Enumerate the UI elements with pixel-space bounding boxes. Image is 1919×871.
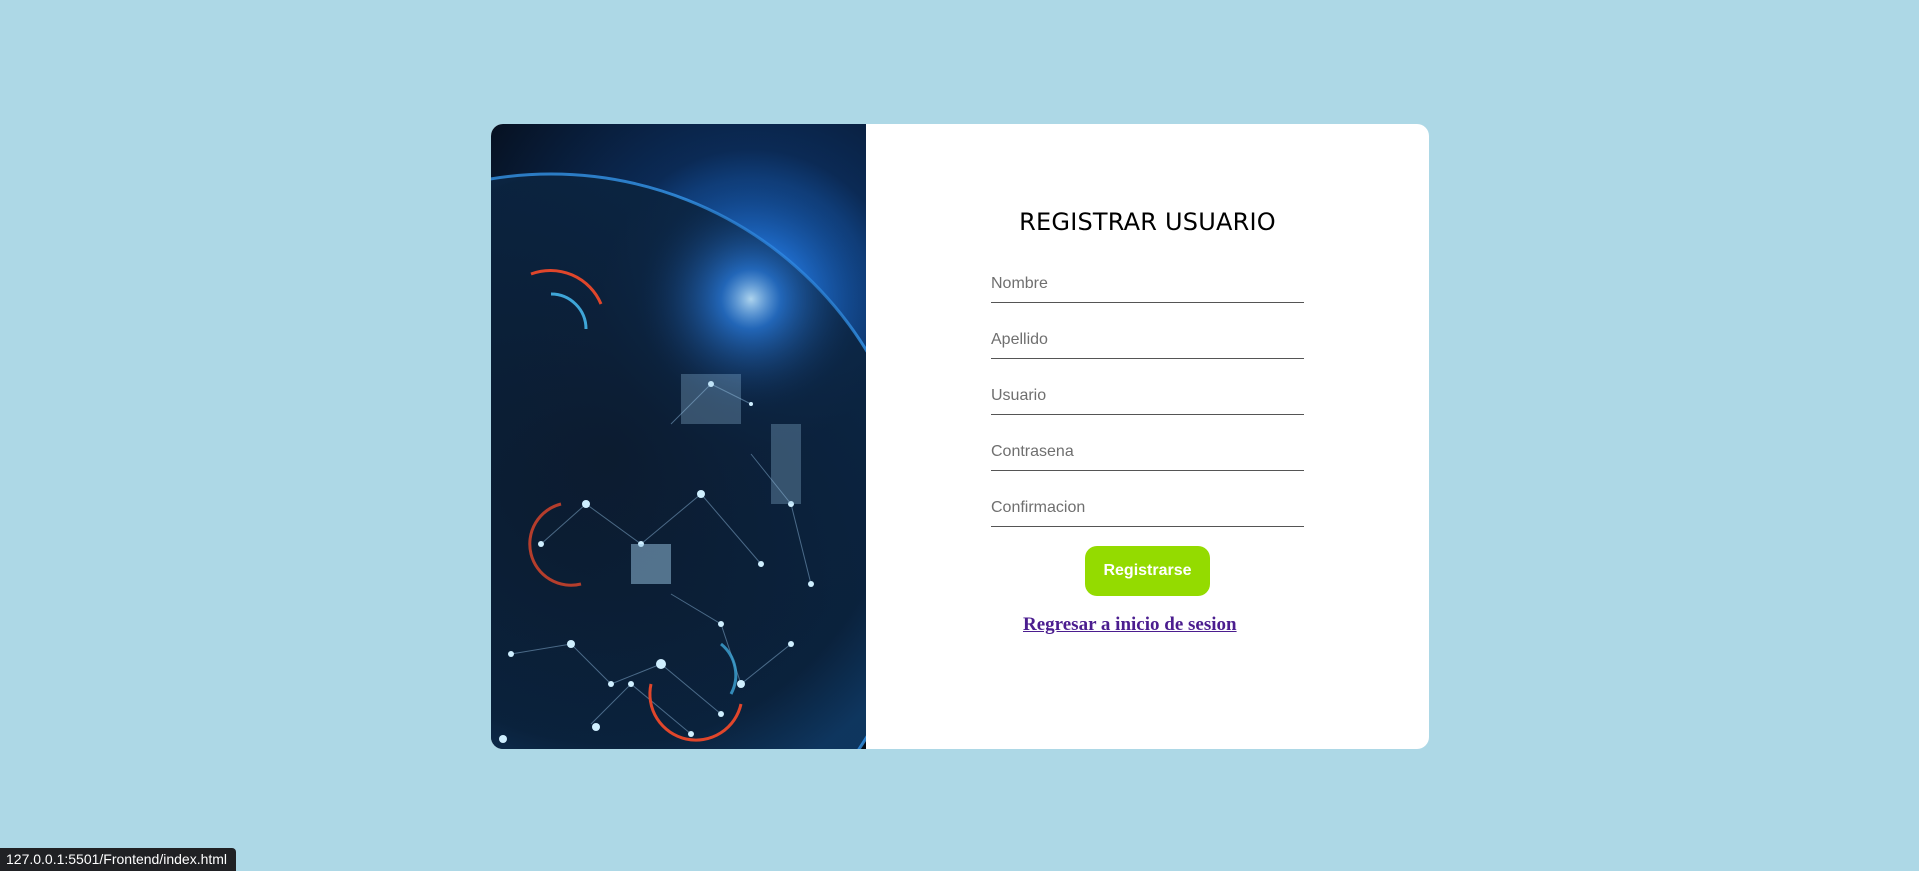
contrasena-input[interactable] [991, 434, 1304, 471]
usuario-input[interactable] [991, 378, 1304, 415]
globe-network-image [491, 124, 866, 749]
globe-illustration [491, 124, 866, 749]
status-bar-url: 127.0.0.1:5501/Frontend/index.html [0, 848, 237, 871]
registrarse-button[interactable]: Registrarse [1085, 546, 1210, 596]
nombre-input[interactable] [991, 266, 1304, 303]
confirmacion-input[interactable] [991, 490, 1304, 527]
form-title: REGISTRAR USUARIO [1019, 208, 1276, 236]
apellido-input[interactable] [991, 322, 1304, 359]
back-to-login-link[interactable]: Regresar a inicio de sesion [1023, 614, 1237, 636]
